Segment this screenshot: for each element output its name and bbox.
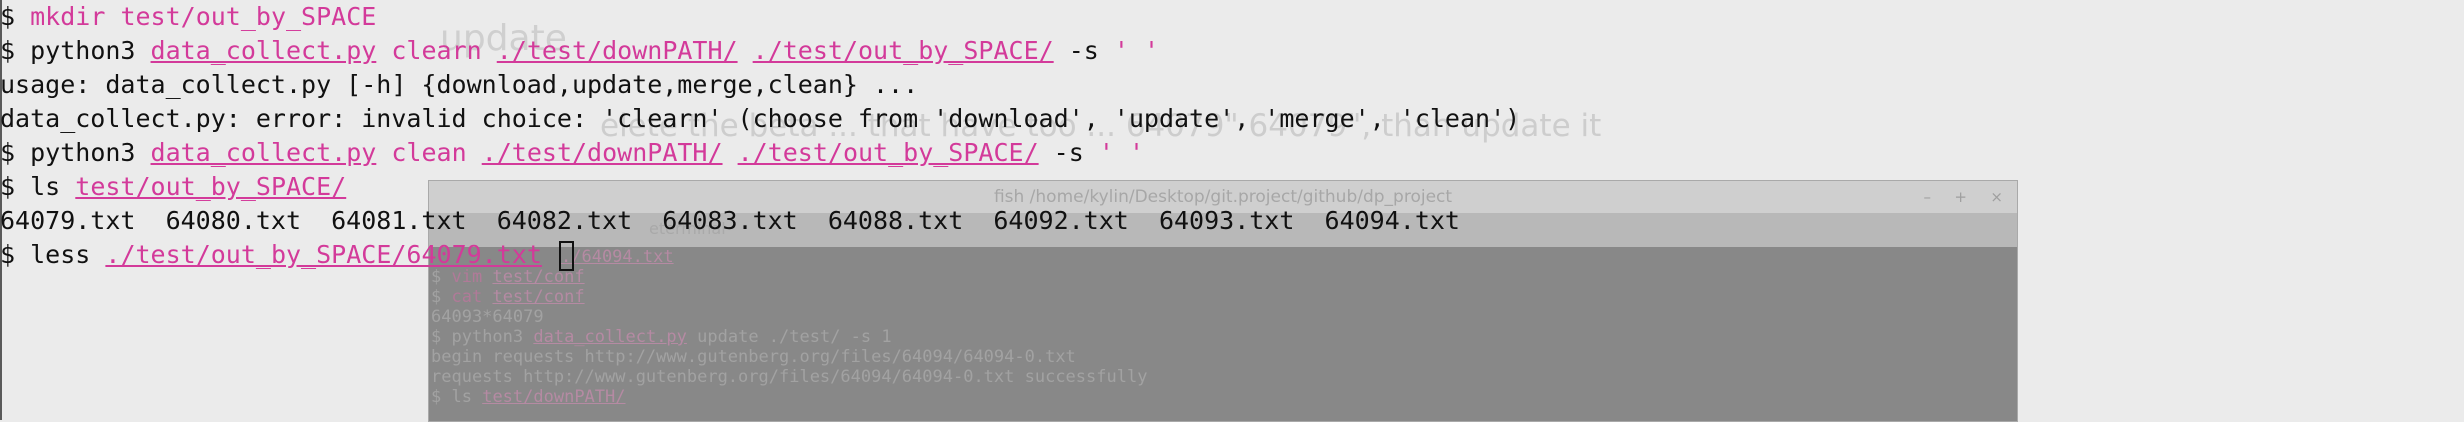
background-line: begin requests http://www.gutenberg.org/… xyxy=(431,347,1076,367)
command: python3 xyxy=(30,138,151,167)
background-line: requests http://www.gutenberg.org/files/… xyxy=(431,367,1148,387)
background-line: $ ls test/downPATH/ xyxy=(431,387,626,407)
prompt: $ xyxy=(0,172,31,201)
background-line: $ cat test/conf xyxy=(431,287,585,307)
prompt: $ xyxy=(0,2,31,31)
path-link[interactable]: data_collect.py xyxy=(151,138,377,167)
terminal-line-file-list: 64079.txt 64080.txt 64081.txt 64082.txt … xyxy=(0,206,1460,235)
terminal-line-usage: usage: data_collect.py [-h] {download,up… xyxy=(0,70,919,99)
background-line: $ python3 data_collect.py update ./test/… xyxy=(431,327,892,347)
string-argument: ' ' xyxy=(1098,138,1144,167)
path-link[interactable]: ./test/out_by_SPACE/64079.txt xyxy=(105,240,542,269)
path-link[interactable]: data_collect.py xyxy=(151,36,377,65)
prompt: $ xyxy=(0,240,31,269)
terminal-line-error: data_collect.py: error: invalid choice: … xyxy=(0,104,1521,133)
terminal-line-python-clean: $ python3 data_collect.py clean ./test/d… xyxy=(0,136,2464,170)
path-link[interactable]: ./test/downPATH/ xyxy=(482,138,723,167)
command: mkdir xyxy=(30,2,106,31)
terminal-output[interactable]: $ mkdir test/out_by_SPACE $ python3 data… xyxy=(0,0,2464,272)
argument: test/out_by_SPACE xyxy=(120,2,377,31)
background-line: 64093*64079 xyxy=(431,307,544,327)
path-link[interactable]: ./test/out_by_SPACE/ xyxy=(753,36,1054,65)
command: python3 xyxy=(30,36,151,65)
option: -s xyxy=(1038,138,1099,167)
path-link[interactable]: test/out_by_SPACE/ xyxy=(75,172,346,201)
argument: clearn xyxy=(391,36,482,65)
background-terminal-output: ./64094.txt $ vim test/conf $ cat test/c… xyxy=(429,247,2017,421)
terminal-line-less[interactable]: $ less ./test/out_by_SPACE/64079.txt xyxy=(0,238,2464,272)
option: -s xyxy=(1053,36,1114,65)
command: ls xyxy=(30,172,61,201)
terminal-line-python-clearn: $ python3 data_collect.py clearn ./test/… xyxy=(0,34,2464,68)
terminal-line-ls: $ ls test/out_by_SPACE/ xyxy=(0,170,2464,204)
terminal-line-mkdir: $ mkdir test/out_by_SPACE xyxy=(0,0,2464,34)
string-argument: ' ' xyxy=(1113,36,1160,65)
argument: clean xyxy=(391,138,467,167)
path-link[interactable]: ./test/downPATH/ xyxy=(497,36,738,65)
text-cursor xyxy=(558,241,574,271)
path-link[interactable]: ./test/out_by_SPACE/ xyxy=(738,138,1039,167)
prompt: $ xyxy=(0,36,31,65)
command: less xyxy=(30,240,91,269)
prompt: $ xyxy=(0,138,31,167)
